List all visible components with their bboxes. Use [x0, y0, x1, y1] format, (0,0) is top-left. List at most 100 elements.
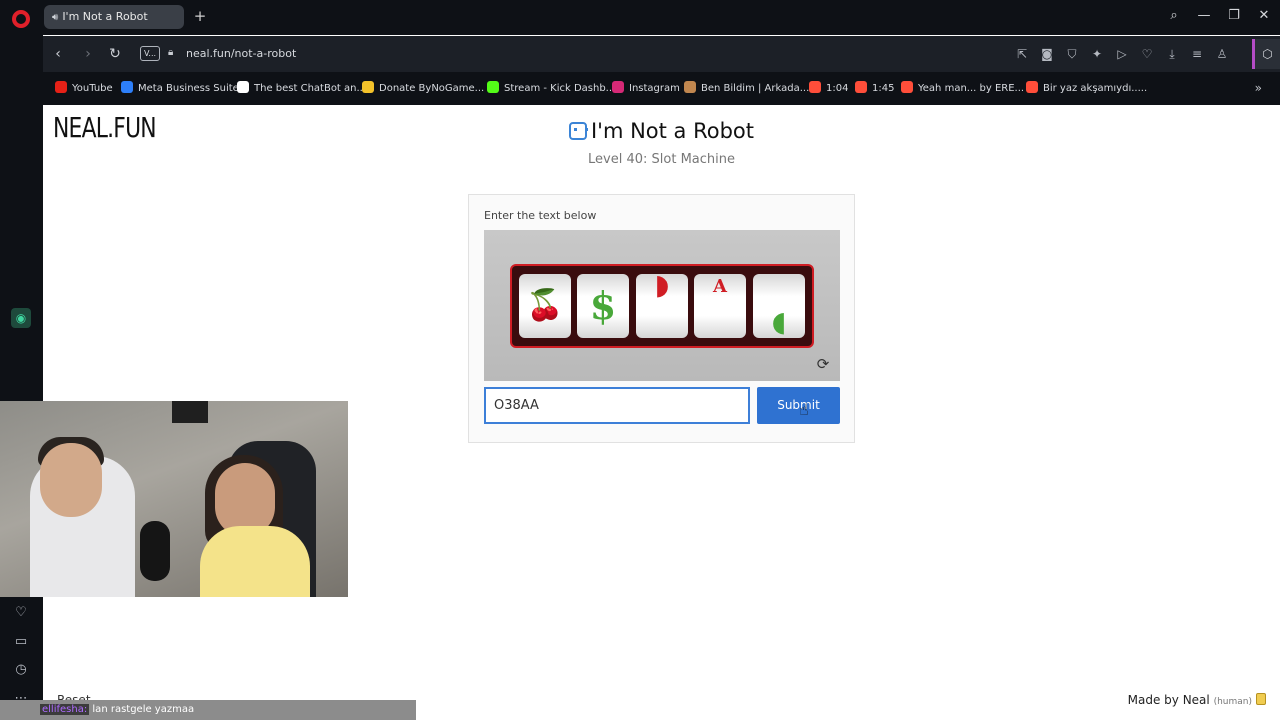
- bookmark-label: Instagram: [629, 83, 680, 94]
- vpn-badge[interactable]: V...: [140, 46, 160, 61]
- bookmarks-overflow-icon[interactable]: »: [1255, 81, 1262, 95]
- page-title-text: I'm Not a Robot: [590, 119, 755, 143]
- bookmark-1-04[interactable]: 1:04: [809, 81, 848, 97]
- slot-reel: $: [577, 274, 629, 338]
- chat-username: ellifesha:: [40, 704, 90, 715]
- bookmark-bir-yaz[interactable]: Bir yaz akşamıydı.....: [1026, 81, 1147, 97]
- bookmark-meta[interactable]: Meta Business Suite: [121, 81, 239, 97]
- minimize-button[interactable]: —: [1195, 8, 1213, 23]
- watermelon-icon: ◗: [654, 274, 670, 301]
- bookmark-label: 1:45: [872, 83, 895, 94]
- microphone: [140, 521, 170, 581]
- audio-icon: [855, 81, 867, 93]
- slot-reel: ◗: [636, 274, 688, 338]
- opera-logo-icon[interactable]: [12, 10, 30, 28]
- chatbot-icon: [237, 81, 249, 93]
- cherry-icon: 🍒: [526, 288, 564, 323]
- chat-overlay: ellifesha: lan rastgele yazmaa: [0, 700, 416, 720]
- camera-icon[interactable]: ◙: [1039, 46, 1055, 62]
- lock-icon[interactable]: 🔒︎: [168, 47, 176, 58]
- share-icon[interactable]: ⇱: [1014, 46, 1030, 62]
- bookmark-donate[interactable]: Donate ByNoGame...: [362, 81, 484, 97]
- tab-bar: 🔊︎ I'm Not a Robot + ⌕ — ❐ ✕: [43, 0, 1280, 35]
- instagram-icon: [612, 81, 624, 93]
- cube-icon[interactable]: ⬡: [1252, 39, 1280, 69]
- url-field[interactable]: neal.fun/not-a-robot: [186, 47, 296, 60]
- bookmarks-bar: YouTube Meta Business Suite The best Cha…: [43, 72, 1280, 105]
- bookmark-1-45[interactable]: 1:45: [855, 81, 894, 97]
- captcha-box: Enter the text below 🍒 $ ◗ A ◖ ⟳ O38AA S…: [468, 194, 855, 443]
- bookmark-label: Meta Business Suite: [138, 83, 239, 94]
- tab-title: I'm Not a Robot: [62, 10, 148, 23]
- dollar-icon: $: [589, 283, 617, 328]
- refresh-icon[interactable]: ⟳: [814, 355, 832, 373]
- made-by-text: Made by Neal: [1127, 693, 1210, 707]
- bookmark-label: YouTube: [72, 83, 113, 94]
- slot-reel: 🍒: [519, 274, 571, 338]
- level-subtitle: Level 40: Slot Machine: [588, 152, 735, 167]
- captcha-image: 🍒 $ ◗ A ◖ ⟳: [484, 230, 840, 381]
- clapperboard: [172, 401, 208, 423]
- page-title: I'm Not a Robot: [43, 119, 1280, 143]
- profile-icon[interactable]: ♙: [1214, 46, 1230, 62]
- bookmark-label: The best ChatBot an...: [254, 83, 367, 94]
- tab-islands-icon[interactable]: ▭: [12, 633, 30, 651]
- heart-icon[interactable]: ♡: [12, 604, 30, 622]
- address-bar: ‹ › ↻ V... 🔒︎ neal.fun/not-a-robot ⇱ ◙ ⛉…: [43, 36, 1280, 72]
- donate-icon: [362, 81, 374, 93]
- restore-button[interactable]: ❐: [1225, 8, 1243, 23]
- shield-icon[interactable]: ⛉: [1064, 46, 1080, 62]
- bookmark-youtube[interactable]: YouTube: [55, 81, 113, 97]
- bookmark-kick[interactable]: Stream - Kick Dashb...: [487, 81, 615, 97]
- slot-machine: 🍒 $ ◗ A ◖: [510, 264, 814, 348]
- captcha-instruction: Enter the text below: [484, 209, 597, 222]
- forward-button[interactable]: ›: [80, 46, 96, 62]
- hand-cursor-icon: ☝: [799, 400, 809, 419]
- watermelon-icon: ◖: [771, 305, 787, 338]
- menu-icon[interactable]: ≡: [1189, 46, 1205, 62]
- download-icon[interactable]: ⤓: [1164, 46, 1180, 62]
- back-button[interactable]: ‹: [50, 46, 66, 62]
- made-by-credit[interactable]: Made by Neal (human): [1128, 693, 1266, 707]
- ai-assistant-icon[interactable]: ◉: [11, 308, 31, 328]
- youtube-icon: [55, 81, 67, 93]
- speaker-icon[interactable]: 🔊︎: [52, 12, 58, 23]
- heart-icon[interactable]: ♡: [1139, 46, 1155, 62]
- reload-button[interactable]: ↻: [107, 46, 123, 62]
- meta-icon: [121, 81, 133, 93]
- new-tab-button[interactable]: +: [193, 9, 207, 24]
- kick-icon: [487, 81, 499, 93]
- webcam-overlay: [0, 401, 348, 597]
- slot-reel: ◖: [753, 274, 805, 338]
- bookmark-chatbot[interactable]: The best ChatBot an...: [237, 81, 366, 97]
- bookmark-label: 1:04: [826, 83, 849, 94]
- history-icon[interactable]: ◷: [12, 661, 30, 679]
- audio-icon: [901, 81, 913, 93]
- close-button[interactable]: ✕: [1255, 8, 1273, 23]
- bookmark-label: Donate ByNoGame...: [379, 83, 485, 94]
- streamer-head: [40, 443, 102, 517]
- ben-bildim-icon: [684, 81, 696, 93]
- human-label: (human): [1213, 697, 1252, 707]
- extension-icon[interactable]: ✦: [1089, 46, 1105, 62]
- browser-sidebar: ◉ ♡ ▭ ◷ ⋯: [0, 0, 43, 720]
- slot-reel: A: [694, 274, 746, 338]
- bookmark-yeah-man[interactable]: Yeah man... by ERE...: [901, 81, 1024, 97]
- bookmark-label: Stream - Kick Dashb...: [504, 83, 616, 94]
- cup-icon: [1256, 693, 1266, 705]
- bookmark-label: Yeah man... by ERE...: [918, 83, 1025, 94]
- audio-icon: [1026, 81, 1038, 93]
- letter-a-icon: A: [713, 276, 727, 297]
- bookmark-ben-bildim[interactable]: Ben Bildim | Arkada...: [684, 81, 809, 97]
- robot-icon: [568, 122, 588, 140]
- play-icon[interactable]: ▷: [1114, 46, 1130, 62]
- captcha-input[interactable]: O38AA: [484, 387, 750, 424]
- audio-icon: [809, 81, 821, 93]
- bookmark-label: Ben Bildim | Arkada...: [701, 83, 810, 94]
- active-tab[interactable]: 🔊︎ I'm Not a Robot: [44, 5, 184, 29]
- guest-body: [200, 526, 310, 597]
- bookmark-label: Bir yaz akşamıydı.....: [1043, 83, 1148, 94]
- chat-message: lan rastgele yazmaa: [92, 704, 195, 715]
- search-icon[interactable]: ⌕: [1165, 8, 1183, 23]
- bookmark-instagram[interactable]: Instagram: [612, 81, 680, 97]
